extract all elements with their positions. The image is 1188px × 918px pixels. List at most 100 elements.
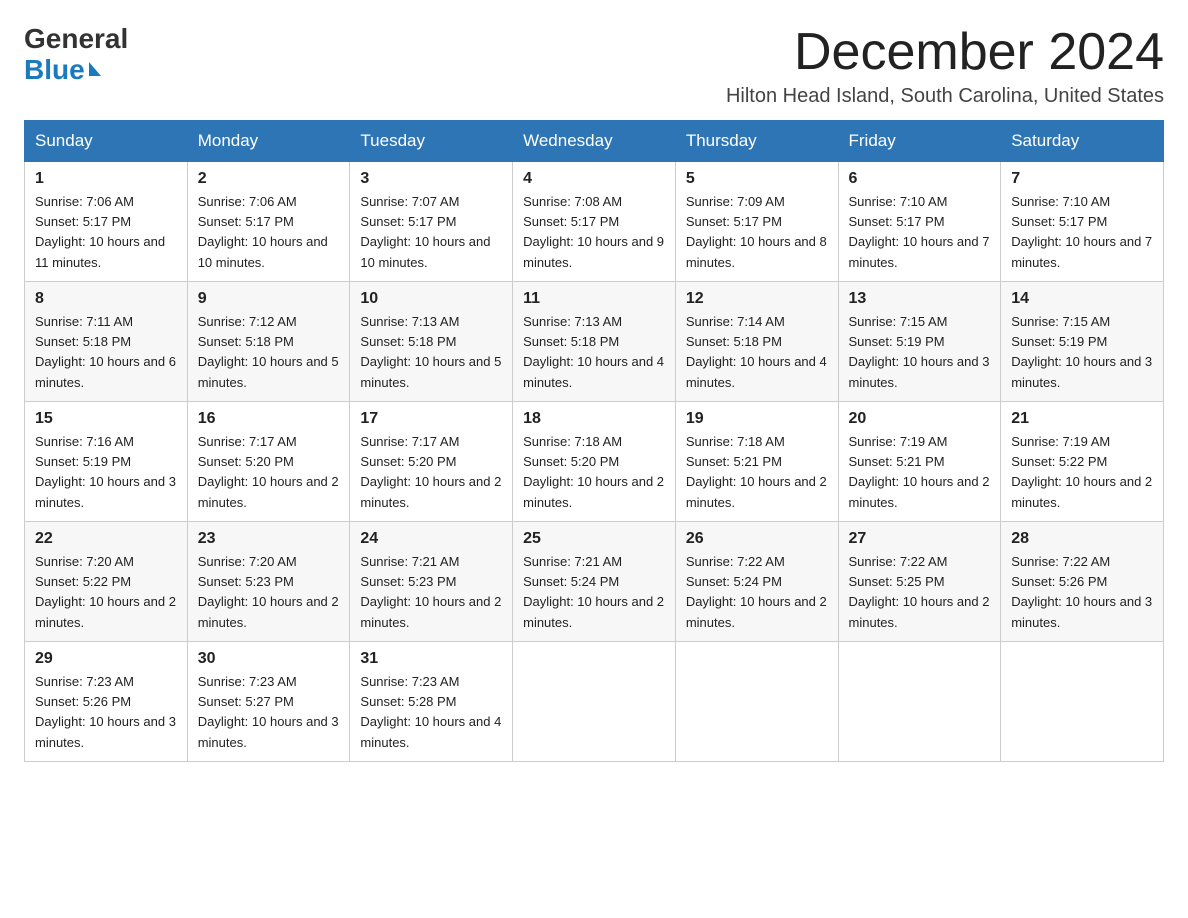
calendar-cell: 2Sunrise: 7:06 AMSunset: 5:17 PMDaylight…: [187, 162, 350, 282]
calendar-cell: 26 Sunrise: 7:22 AMSunset: 5:24 PMDayligh…: [675, 522, 838, 642]
calendar-cell: 9 Sunrise: 7:12 AMSunset: 5:18 PMDaylight…: [187, 282, 350, 402]
day-info: Sunrise: 7:19 AMSunset: 5:21 PMDaylight:…: [849, 432, 991, 513]
week-row-4: 22 Sunrise: 7:20 AMSunset: 5:22 PMDayligh…: [25, 522, 1164, 642]
day-number: 20: [849, 410, 991, 428]
day-info: Sunrise: 7:07 AMSunset: 5:17 PMDaylight:…: [360, 192, 502, 273]
day-number: 14: [1011, 290, 1153, 308]
calendar-cell: 14 Sunrise: 7:15 AMSunset: 5:19 PMDayligh…: [1001, 282, 1164, 402]
day-info: Sunrise: 7:18 AMSunset: 5:21 PMDaylight:…: [686, 432, 828, 513]
day-number: 10: [360, 290, 502, 308]
calendar-cell: 12 Sunrise: 7:14 AMSunset: 5:18 PMDayligh…: [675, 282, 838, 402]
day-info: Sunrise: 7:10 AMSunset: 5:17 PMDaylight:…: [1011, 192, 1153, 273]
logo-arrow-icon: [89, 62, 101, 76]
calendar-cell: 30Sunrise: 7:23 AMSunset: 5:27 PMDayligh…: [187, 642, 350, 762]
day-info: Sunrise: 7:10 AMSunset: 5:17 PMDaylight:…: [849, 192, 991, 273]
header-day-saturday: Saturday: [1001, 121, 1164, 162]
calendar-cell: 28 Sunrise: 7:22 AMSunset: 5:26 PMDayligh…: [1001, 522, 1164, 642]
day-info: Sunrise: 7:15 AMSunset: 5:19 PMDaylight:…: [1011, 312, 1153, 393]
logo-line2: Blue: [24, 55, 85, 86]
day-number: 22: [35, 530, 177, 548]
calendar-cell: 15 Sunrise: 7:16 AMSunset: 5:19 PMDayligh…: [25, 402, 188, 522]
calendar-cell: 29 Sunrise: 7:23 AMSunset: 5:26 PMDayligh…: [25, 642, 188, 762]
week-row-1: 1 Sunrise: 7:06 AMSunset: 5:17 PMDaylight…: [25, 162, 1164, 282]
calendar-cell: 4Sunrise: 7:08 AMSunset: 5:17 PMDaylight…: [513, 162, 676, 282]
header-day-wednesday: Wednesday: [513, 121, 676, 162]
day-number: 2: [198, 170, 340, 188]
day-number: 19: [686, 410, 828, 428]
day-number: 26: [686, 530, 828, 548]
day-info: Sunrise: 7:12 AMSunset: 5:18 PMDaylight:…: [198, 312, 340, 393]
day-info: Sunrise: 7:21 AMSunset: 5:24 PMDaylight:…: [523, 552, 665, 633]
header-day-sunday: Sunday: [25, 121, 188, 162]
location: Hilton Head Island, South Carolina, Unit…: [726, 85, 1164, 108]
calendar-cell: [675, 642, 838, 762]
calendar-cell: 11 Sunrise: 7:13 AMSunset: 5:18 PMDayligh…: [513, 282, 676, 402]
calendar-cell: 7 Sunrise: 7:10 AMSunset: 5:17 PMDaylight…: [1001, 162, 1164, 282]
header-day-friday: Friday: [838, 121, 1001, 162]
calendar-cell: 25 Sunrise: 7:21 AMSunset: 5:24 PMDayligh…: [513, 522, 676, 642]
day-number: 31: [360, 650, 502, 668]
day-info: Sunrise: 7:09 AMSunset: 5:17 PMDaylight:…: [686, 192, 828, 273]
day-number: 3: [360, 170, 502, 188]
calendar-cell: 3 Sunrise: 7:07 AMSunset: 5:17 PMDaylight…: [350, 162, 513, 282]
day-number: 27: [849, 530, 991, 548]
day-number: 7: [1011, 170, 1153, 188]
calendar-cell: [513, 642, 676, 762]
calendar-cell: 1 Sunrise: 7:06 AMSunset: 5:17 PMDaylight…: [25, 162, 188, 282]
day-number: 23: [198, 530, 340, 548]
day-info: Sunrise: 7:11 AMSunset: 5:18 PMDaylight:…: [35, 312, 177, 393]
calendar-cell: 10Sunrise: 7:13 AMSunset: 5:18 PMDayligh…: [350, 282, 513, 402]
day-number: 9: [198, 290, 340, 308]
page-header: General Blue December 2024 Hilton Head I…: [24, 24, 1164, 108]
day-number: 15: [35, 410, 177, 428]
calendar-cell: 16 Sunrise: 7:17 AMSunset: 5:20 PMDayligh…: [187, 402, 350, 522]
day-info: Sunrise: 7:23 AMSunset: 5:26 PMDaylight:…: [35, 672, 177, 753]
day-info: Sunrise: 7:17 AMSunset: 5:20 PMDaylight:…: [198, 432, 340, 513]
header-day-thursday: Thursday: [675, 121, 838, 162]
day-number: 25: [523, 530, 665, 548]
calendar-cell: 17 Sunrise: 7:17 AMSunset: 5:20 PMDayligh…: [350, 402, 513, 522]
day-number: 16: [198, 410, 340, 428]
day-number: 30: [198, 650, 340, 668]
day-info: Sunrise: 7:13 AMSunset: 5:18 PMDaylight:…: [523, 312, 665, 393]
day-number: 17: [360, 410, 502, 428]
calendar-cell: 5 Sunrise: 7:09 AMSunset: 5:17 PMDaylight…: [675, 162, 838, 282]
calendar-cell: 19 Sunrise: 7:18 AMSunset: 5:21 PMDayligh…: [675, 402, 838, 522]
calendar-cell: 21 Sunrise: 7:19 AMSunset: 5:22 PMDayligh…: [1001, 402, 1164, 522]
day-number: 28: [1011, 530, 1153, 548]
day-info: Sunrise: 7:17 AMSunset: 5:20 PMDaylight:…: [360, 432, 502, 513]
calendar-cell: 6 Sunrise: 7:10 AMSunset: 5:17 PMDaylight…: [838, 162, 1001, 282]
calendar-cell: 18 Sunrise: 7:18 AMSunset: 5:20 PMDayligh…: [513, 402, 676, 522]
day-number: 21: [1011, 410, 1153, 428]
day-info: Sunrise: 7:18 AMSunset: 5:20 PMDaylight:…: [523, 432, 665, 513]
logo: General Blue: [24, 24, 128, 86]
day-info: Sunrise: 7:14 AMSunset: 5:18 PMDaylight:…: [686, 312, 828, 393]
day-number: 18: [523, 410, 665, 428]
day-info: Sunrise: 7:15 AMSunset: 5:19 PMDaylight:…: [849, 312, 991, 393]
day-number: 5: [686, 170, 828, 188]
day-number: 1: [35, 170, 177, 188]
day-number: 13: [849, 290, 991, 308]
day-info: Sunrise: 7:19 AMSunset: 5:22 PMDaylight:…: [1011, 432, 1153, 513]
day-number: 6: [849, 170, 991, 188]
day-number: 12: [686, 290, 828, 308]
header-day-tuesday: Tuesday: [350, 121, 513, 162]
day-info: Sunrise: 7:20 AMSunset: 5:22 PMDaylight:…: [35, 552, 177, 633]
day-info: Sunrise: 7:16 AMSunset: 5:19 PMDaylight:…: [35, 432, 177, 513]
day-info: Sunrise: 7:22 AMSunset: 5:25 PMDaylight:…: [849, 552, 991, 633]
header-day-monday: Monday: [187, 121, 350, 162]
week-row-2: 8Sunrise: 7:11 AMSunset: 5:18 PMDaylight…: [25, 282, 1164, 402]
calendar-cell: 13 Sunrise: 7:15 AMSunset: 5:19 PMDayligh…: [838, 282, 1001, 402]
day-number: 24: [360, 530, 502, 548]
title-block: December 2024 Hilton Head Island, South …: [726, 24, 1164, 108]
calendar-cell: 8Sunrise: 7:11 AMSunset: 5:18 PMDaylight…: [25, 282, 188, 402]
day-number: 29: [35, 650, 177, 668]
day-info: Sunrise: 7:06 AMSunset: 5:17 PMDaylight:…: [35, 192, 177, 273]
day-number: 4: [523, 170, 665, 188]
calendar-cell: 31Sunrise: 7:23 AMSunset: 5:28 PMDayligh…: [350, 642, 513, 762]
calendar-table: SundayMondayTuesdayWednesdayThursdayFrid…: [24, 120, 1164, 762]
day-info: Sunrise: 7:22 AMSunset: 5:26 PMDaylight:…: [1011, 552, 1153, 633]
day-info: Sunrise: 7:22 AMSunset: 5:24 PMDaylight:…: [686, 552, 828, 633]
day-number: 11: [523, 290, 665, 308]
calendar-cell: [1001, 642, 1164, 762]
